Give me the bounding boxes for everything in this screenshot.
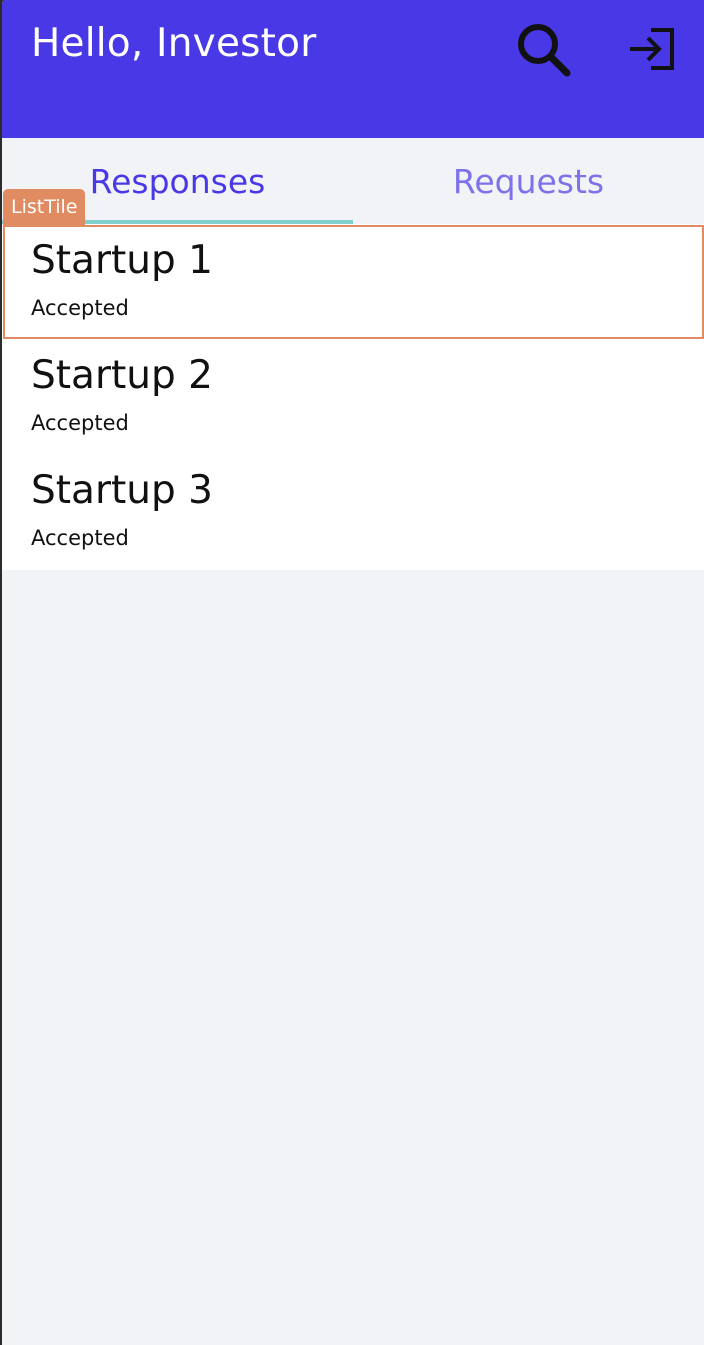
list-item[interactable]: Startup 2 Accepted bbox=[2, 339, 704, 454]
login-icon bbox=[630, 28, 674, 70]
login-button[interactable] bbox=[622, 22, 682, 76]
app-bar: Hello, Investor bbox=[2, 0, 704, 138]
list-item[interactable]: Startup 3 Accepted bbox=[2, 454, 704, 569]
tab-bar: Responses Requests bbox=[2, 138, 704, 224]
search-icon bbox=[518, 24, 571, 77]
list-item-status: Accepted bbox=[31, 296, 129, 320]
app-bar-title: Hello, Investor bbox=[31, 21, 317, 66]
search-button[interactable] bbox=[510, 18, 576, 80]
list-item-status: Accepted bbox=[31, 526, 129, 550]
debug-widget-label: ListTile bbox=[3, 189, 86, 225]
app-screen: Hello, Investor Responses Requests Start… bbox=[2, 0, 704, 1345]
tab-requests[interactable]: Requests bbox=[353, 138, 704, 224]
responses-list: Startup 1 Accepted Startup 2 Accepted St… bbox=[2, 224, 704, 570]
list-item-title: Startup 3 bbox=[31, 468, 213, 513]
list-item-status: Accepted bbox=[31, 411, 129, 435]
list-item-title: Startup 2 bbox=[31, 353, 213, 398]
list-item[interactable]: Startup 1 Accepted bbox=[2, 224, 704, 339]
list-item-title: Startup 1 bbox=[31, 238, 213, 283]
